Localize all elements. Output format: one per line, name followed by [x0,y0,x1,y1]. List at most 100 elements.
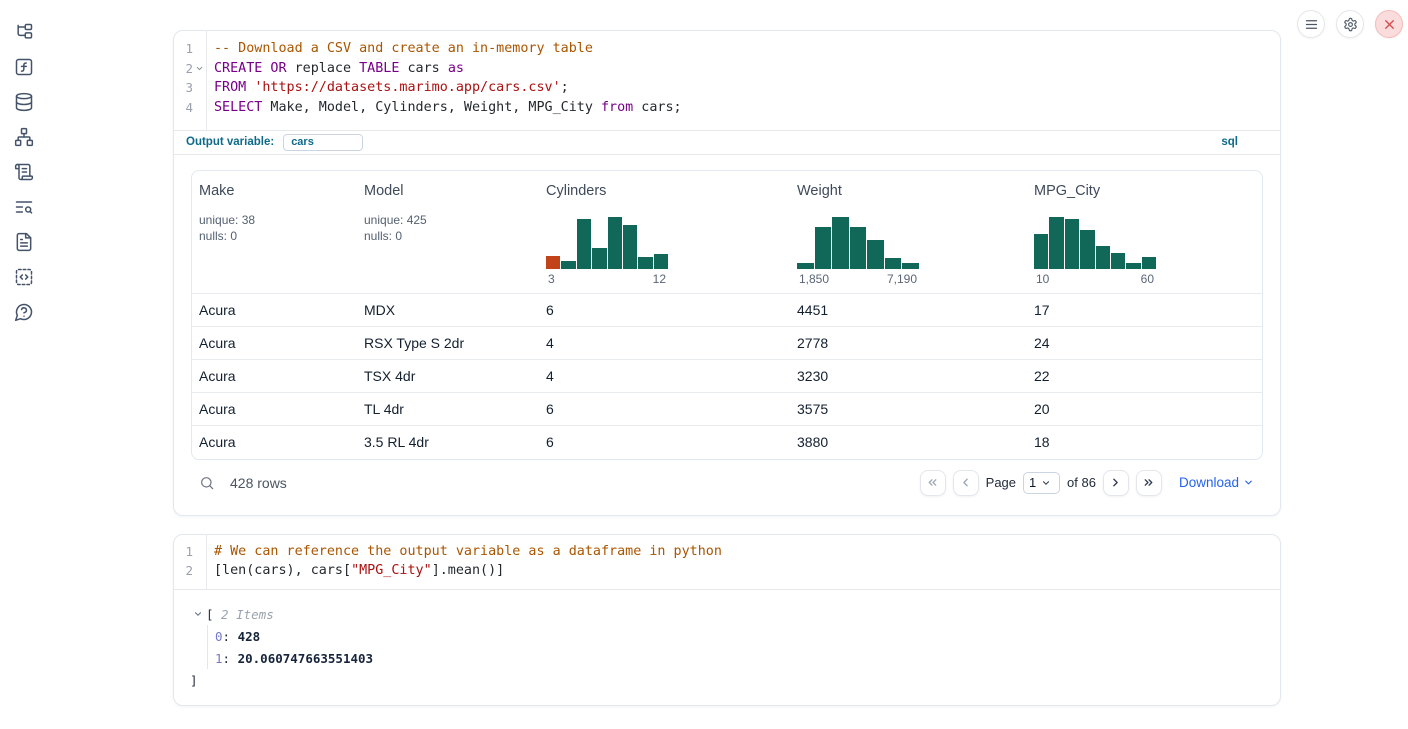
chevron-down-icon [1243,477,1254,488]
line-gutter: 2 [174,59,206,79]
line-number: 1 [174,39,193,59]
row-count: 428 rows [230,475,287,491]
window-controls [1297,10,1403,38]
next-page-button[interactable] [1103,470,1129,496]
tree-item: 1: 20.060747663551403 [215,647,1280,669]
line-gutter: 3 [174,78,206,98]
column-header-cylinders[interactable]: Cylinders312 [539,171,790,293]
output-variable-input[interactable] [283,134,363,151]
item-value: 428 [238,629,261,644]
table-cell: RSX Type S 2dr [357,335,539,351]
help-icon[interactable] [13,301,35,323]
table-row[interactable]: Acura3.5 RL 4dr6388018 [192,426,1262,459]
scratchpad-icon[interactable] [13,196,35,218]
histogram-bar [546,256,560,268]
shutdown-button[interactable] [1375,10,1403,38]
table-row[interactable]: AcuraTSX 4dr4323022 [192,360,1262,393]
datasources-icon[interactable] [13,91,35,113]
table-cell: Acura [192,434,357,450]
code-text: # We can reference the output variable a… [206,542,722,562]
search-icon[interactable] [199,475,215,491]
page-select[interactable]: 1 [1023,472,1060,494]
fold-spacer [193,98,206,118]
file-explorer-icon[interactable] [13,21,35,43]
histogram-bar [654,254,668,269]
code-line: 4SELECT Make, Model, Cylinders, Weight, … [174,98,1280,118]
column-header-mpg_city[interactable]: MPG_City 1060 [1027,171,1262,293]
prev-page-button[interactable] [953,470,979,496]
page-label: Page [986,475,1016,490]
item-colon: : [223,629,238,644]
sql-code-editor[interactable]: 1 -- Download a CSV and create an in-memo… [174,31,1280,130]
code-line: 1 -- Download a CSV and create an in-memo… [174,39,1280,59]
histogram-bar [592,248,606,268]
logs-icon[interactable] [13,161,35,183]
column-header-model[interactable]: Modelunique: 425nulls: 0 [357,171,539,293]
code-text: [len(cars), cars["MPG_City"].mean()] [206,561,504,581]
line-number: 2 [174,561,193,581]
table-row[interactable]: AcuraTL 4dr6357520 [192,393,1262,426]
table-cell: 3880 [790,434,1027,450]
table-cell: 3.5 RL 4dr [357,434,539,450]
column-header-make[interactable]: Makeunique: 38nulls: 0 [192,171,357,293]
documentation-icon[interactable] [13,231,35,253]
code-line: 3FROM 'https://datasets.marimo.app/cars.… [174,78,1280,98]
fold-spacer [193,78,206,98]
python-cell-output: [ 2 Items0: 4281: 20.060747663551403] [174,589,1280,705]
column-header-weight[interactable]: Weight 1,8507,190 [790,171,1027,293]
table-cell: 6 [539,401,790,417]
histogram-bar [815,227,832,269]
line-gutter: 2 [174,561,206,581]
column-name: MPG_City [1034,183,1254,199]
table-cell: 4 [539,335,790,351]
code-text: -- Download a CSV and create an in-memor… [206,39,593,59]
snippets-icon[interactable] [13,266,35,288]
table-cell: Acura [192,302,357,318]
menu-button[interactable] [1297,10,1325,38]
histogram-labels: 312 [546,272,668,286]
page-select-value: 1 [1029,475,1036,490]
table-cell: MDX [357,302,539,318]
variables-icon[interactable] [13,56,35,78]
code-token: [len(cars), cars[ [214,563,351,578]
sql-cell-output: Makeunique: 38nulls: 0Modelunique: 425nu… [174,155,1280,515]
settings-button[interactable] [1336,10,1364,38]
fold-indicator[interactable] [193,59,206,79]
table-cell: Acura [192,335,357,351]
histogram-bar [885,258,902,268]
download-button[interactable]: Download [1179,475,1254,490]
code-token: ].mean()] [432,563,505,578]
fold-spacer [193,39,206,59]
table-cell: 2778 [790,335,1027,351]
code-line: 2CREATE OR replace TABLE cars as [174,59,1280,79]
table-cell: Acura [192,368,357,384]
column-stat: nulls: 0 [364,228,531,245]
code-token: Make, Model, Cylinders, Weight, MPG_City [262,100,601,115]
last-page-button[interactable] [1136,470,1162,496]
python-code-editor[interactable]: 1 # We can reference the output variable … [174,535,1280,589]
code-token: TABLE [359,61,399,76]
code-token: # We can reference the output variable a… [214,544,722,559]
column-histogram: 312 [546,217,668,286]
first-page-button[interactable] [920,470,946,496]
dependency-graph-icon[interactable] [13,126,35,148]
table-cell: TL 4dr [357,401,539,417]
tree-item: 0: 428 [215,625,1280,647]
items-count: 2 Items [214,607,274,622]
column-histogram: 1,8507,190 [797,217,919,286]
line-gutter: 1 [174,542,206,562]
table-row[interactable]: AcuraMDX6445117 [192,294,1262,327]
table-row[interactable]: AcuraRSX Type S 2dr4277824 [192,327,1262,360]
histogram-labels: 1060 [1034,272,1156,286]
table-cell: 20 [1027,401,1262,417]
column-name: Weight [797,183,1019,199]
histogram-bar [1080,230,1094,269]
histogram-bar [1096,246,1110,268]
collapse-icon[interactable] [193,609,204,619]
code-token: as [448,61,464,76]
item-colon: : [223,651,238,666]
table-cell: 6 [539,434,790,450]
line-number: 1 [174,542,193,562]
code-text: FROM 'https://datasets.marimo.app/cars.c… [206,78,569,98]
histogram-labels: 1,8507,190 [797,272,919,286]
